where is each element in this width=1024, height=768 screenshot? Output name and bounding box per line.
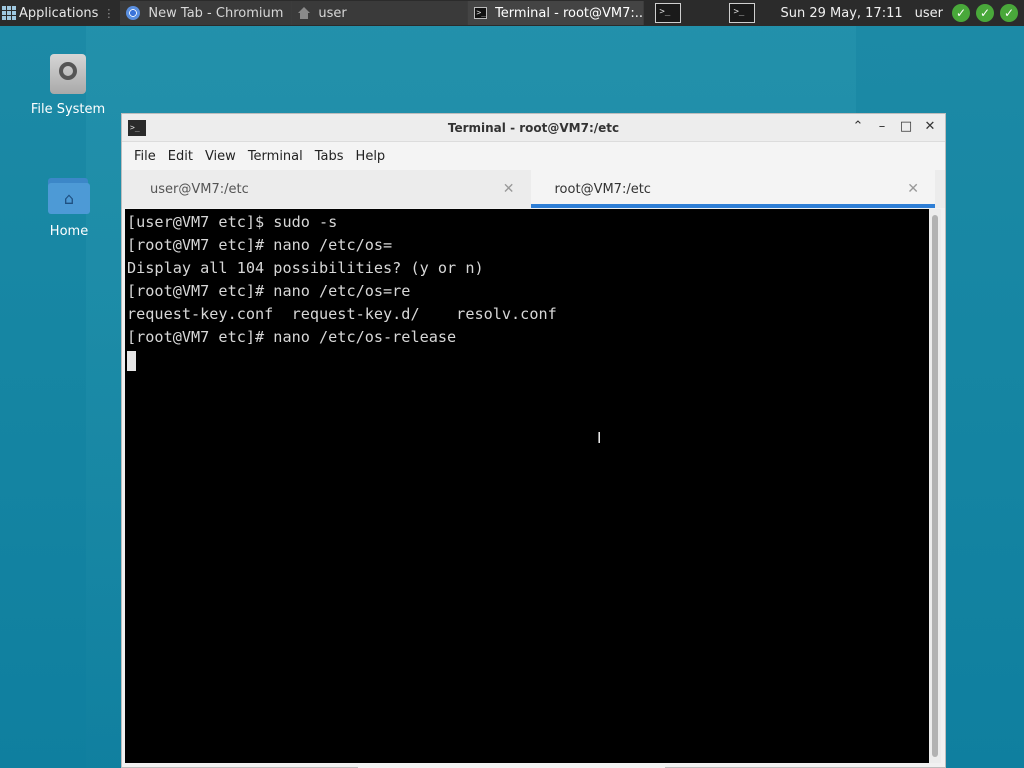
tab-label: user@VM7:/etc: [150, 181, 249, 197]
terminal-cursor-line: [127, 349, 929, 372]
menu-bar: File Edit View Terminal Tabs Help: [122, 142, 945, 170]
desktop-icon-file-system[interactable]: File System: [18, 54, 118, 117]
taskbar-item-terminal[interactable]: >_ Terminal - root@VM7:...: [468, 1, 645, 25]
terminal-window: >_ Terminal - root@VM7:/etc ⌃ – □ ✕ File…: [121, 113, 946, 768]
terminal-icon: >_: [655, 3, 682, 23]
taskbar-item-user[interactable]: user: [292, 1, 469, 25]
maximize-icon[interactable]: □: [897, 118, 915, 136]
menu-view[interactable]: View: [199, 149, 242, 164]
close-tab-icon[interactable]: ✕: [907, 181, 919, 197]
window-titlebar[interactable]: >_ Terminal - root@VM7:/etc ⌃ – □ ✕: [122, 114, 945, 142]
chromium-icon: [126, 6, 141, 20]
applications-label: Applications: [19, 5, 99, 21]
close-tab-icon[interactable]: ✕: [503, 181, 515, 197]
terminal-line: [root@VM7 etc]# nano /etc/os=re: [127, 282, 411, 300]
tab-bar: user@VM7:/etc ✕ root@VM7:/etc ✕: [122, 170, 945, 208]
menu-terminal[interactable]: Terminal: [242, 149, 309, 164]
top-panel: Applications ⋮ New Tab - Chromium user >…: [0, 0, 1024, 26]
horizontal-scroll-indicator: [358, 764, 665, 768]
tab-root[interactable]: root@VM7:/etc ✕: [530, 170, 935, 208]
taskbar-item-label: user: [318, 5, 347, 21]
minimize-icon[interactable]: –: [873, 118, 891, 136]
terminal-launcher-button[interactable]: >_: [722, 3, 762, 23]
chevron-up-icon[interactable]: ⌃: [849, 118, 867, 136]
desktop-icon-home[interactable]: ⌂ Home: [19, 178, 119, 239]
terminal-output[interactable]: [user@VM7 etc]$ sudo -s [root@VM7 etc]# n…: [125, 209, 929, 763]
home-icon: [298, 7, 311, 19]
check-icon[interactable]: ✓: [952, 4, 970, 22]
scrollbar-thumb[interactable]: [932, 215, 938, 757]
text-cursor-icon: I: [597, 429, 602, 447]
menu-file[interactable]: File: [128, 149, 162, 164]
taskbar-item-label: Terminal - root@VM7:...: [495, 5, 645, 21]
menu-help[interactable]: Help: [350, 149, 392, 164]
vertical-scrollbar[interactable]: [929, 209, 941, 763]
terminal-icon: >_: [474, 7, 488, 19]
terminal-line: [root@VM7 etc]# nano /etc/os=: [127, 236, 393, 254]
close-icon[interactable]: ✕: [921, 118, 939, 136]
workspace-switcher[interactable]: >_: [644, 3, 692, 23]
desktop-icon-label: File System: [30, 102, 106, 117]
terminal-icon: >_: [729, 3, 756, 23]
panel-separator-icon: ⋮: [103, 6, 115, 20]
tab-user[interactable]: user@VM7:/etc ✕: [126, 170, 531, 208]
home-folder-icon: ⌂: [48, 178, 90, 214]
user-menu[interactable]: user: [915, 6, 943, 21]
applications-icon: [2, 6, 16, 20]
terminal-line: [user@VM7 etc]$ sudo -s: [127, 213, 338, 231]
hard-drive-icon: [50, 54, 86, 94]
terminal-line: [root@VM7 etc]# nano /etc/os-release: [127, 328, 457, 346]
tab-label: root@VM7:/etc: [554, 181, 651, 197]
menu-tabs[interactable]: Tabs: [309, 149, 350, 164]
terminal-cursor: [127, 350, 136, 371]
taskbar-item-label: New Tab - Chromium: [148, 5, 284, 21]
check-icon[interactable]: ✓: [976, 4, 994, 22]
clock[interactable]: Sun 29 May, 17:11: [780, 6, 902, 21]
check-icon[interactable]: ✓: [1000, 4, 1018, 22]
menu-edit[interactable]: Edit: [162, 149, 199, 164]
desktop-icon-label: Home: [49, 224, 89, 239]
terminal-icon: >_: [128, 120, 146, 136]
applications-menu-button[interactable]: Applications ⋮: [0, 0, 120, 26]
taskbar-item-chromium[interactable]: New Tab - Chromium: [120, 1, 293, 25]
terminal-line: Display all 104 possibilities? (y or n): [127, 259, 484, 277]
window-title: Terminal - root@VM7:/etc: [447, 120, 620, 135]
terminal-line: request-key.conf request-key.d/ resolv.c…: [127, 305, 557, 323]
